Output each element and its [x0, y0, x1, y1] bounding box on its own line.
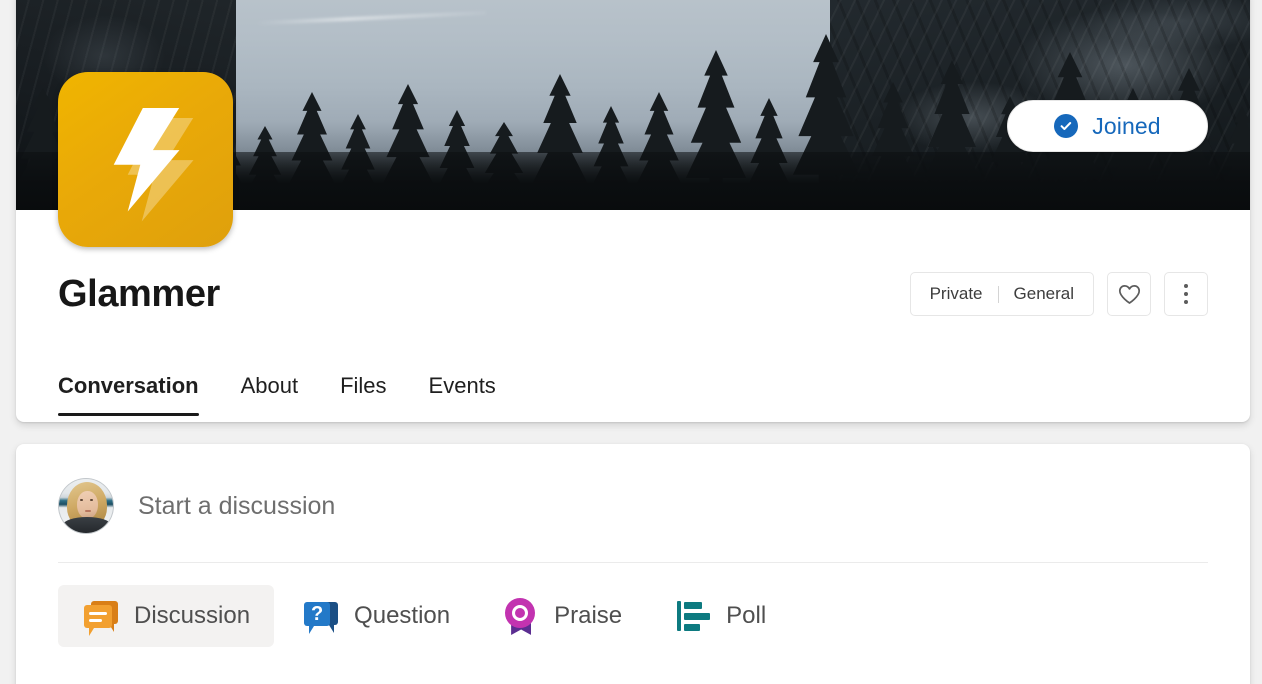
- tab-events[interactable]: Events: [429, 373, 496, 416]
- lightning-bolt-icon: [98, 104, 194, 222]
- question-icon: ?: [302, 597, 340, 635]
- privacy-category-badge[interactable]: Private General: [909, 272, 1094, 316]
- avatar[interactable]: [58, 478, 114, 534]
- poll-button[interactable]: Poll: [650, 585, 790, 647]
- check-circle-icon: [1054, 114, 1079, 138]
- composer-actions: Discussion ? Question Praise Poll: [58, 585, 1208, 647]
- joined-button-label: Joined: [1092, 112, 1161, 139]
- group-header-card: Joined Glammer Private General Conversat…: [16, 0, 1250, 422]
- privacy-label: Private: [929, 284, 983, 303]
- category-label: General: [1013, 284, 1074, 303]
- group-tabs: Conversation About Files Events: [58, 352, 1208, 416]
- more-vertical-icon: [1184, 284, 1188, 304]
- praise-button[interactable]: Praise: [478, 585, 646, 647]
- composer-divider: [58, 562, 1208, 563]
- badge-divider: [997, 285, 999, 303]
- poll-label: Poll: [726, 602, 767, 629]
- poll-icon: [674, 597, 712, 635]
- favorite-button[interactable]: [1107, 272, 1151, 316]
- composer-inner: Start a discussion Discussion ? Question…: [16, 444, 1250, 647]
- header-actions: Private General: [909, 272, 1208, 316]
- heart-icon: [1118, 284, 1141, 305]
- question-label: Question: [354, 602, 451, 629]
- start-discussion-input[interactable]: Start a discussion: [138, 493, 335, 519]
- tab-files[interactable]: Files: [340, 373, 386, 416]
- praise-label: Praise: [554, 602, 623, 629]
- discussion-label: Discussion: [134, 602, 251, 629]
- question-button[interactable]: ? Question: [278, 585, 474, 647]
- joined-button[interactable]: Joined: [1007, 100, 1208, 152]
- tab-about[interactable]: About: [241, 373, 299, 416]
- discussion-icon: [82, 597, 120, 636]
- praise-icon: [502, 597, 540, 635]
- composer-top-row[interactable]: Start a discussion: [58, 470, 1208, 542]
- discussion-button[interactable]: Discussion: [58, 585, 275, 647]
- page-title: Glammer: [58, 273, 220, 315]
- more-options-button[interactable]: [1164, 272, 1208, 316]
- group-page: Joined Glammer Private General Conversat…: [0, 0, 1262, 684]
- composer-card: Start a discussion Discussion ? Question…: [16, 444, 1250, 684]
- group-avatar[interactable]: [58, 72, 233, 247]
- tab-conversation[interactable]: Conversation: [58, 373, 199, 416]
